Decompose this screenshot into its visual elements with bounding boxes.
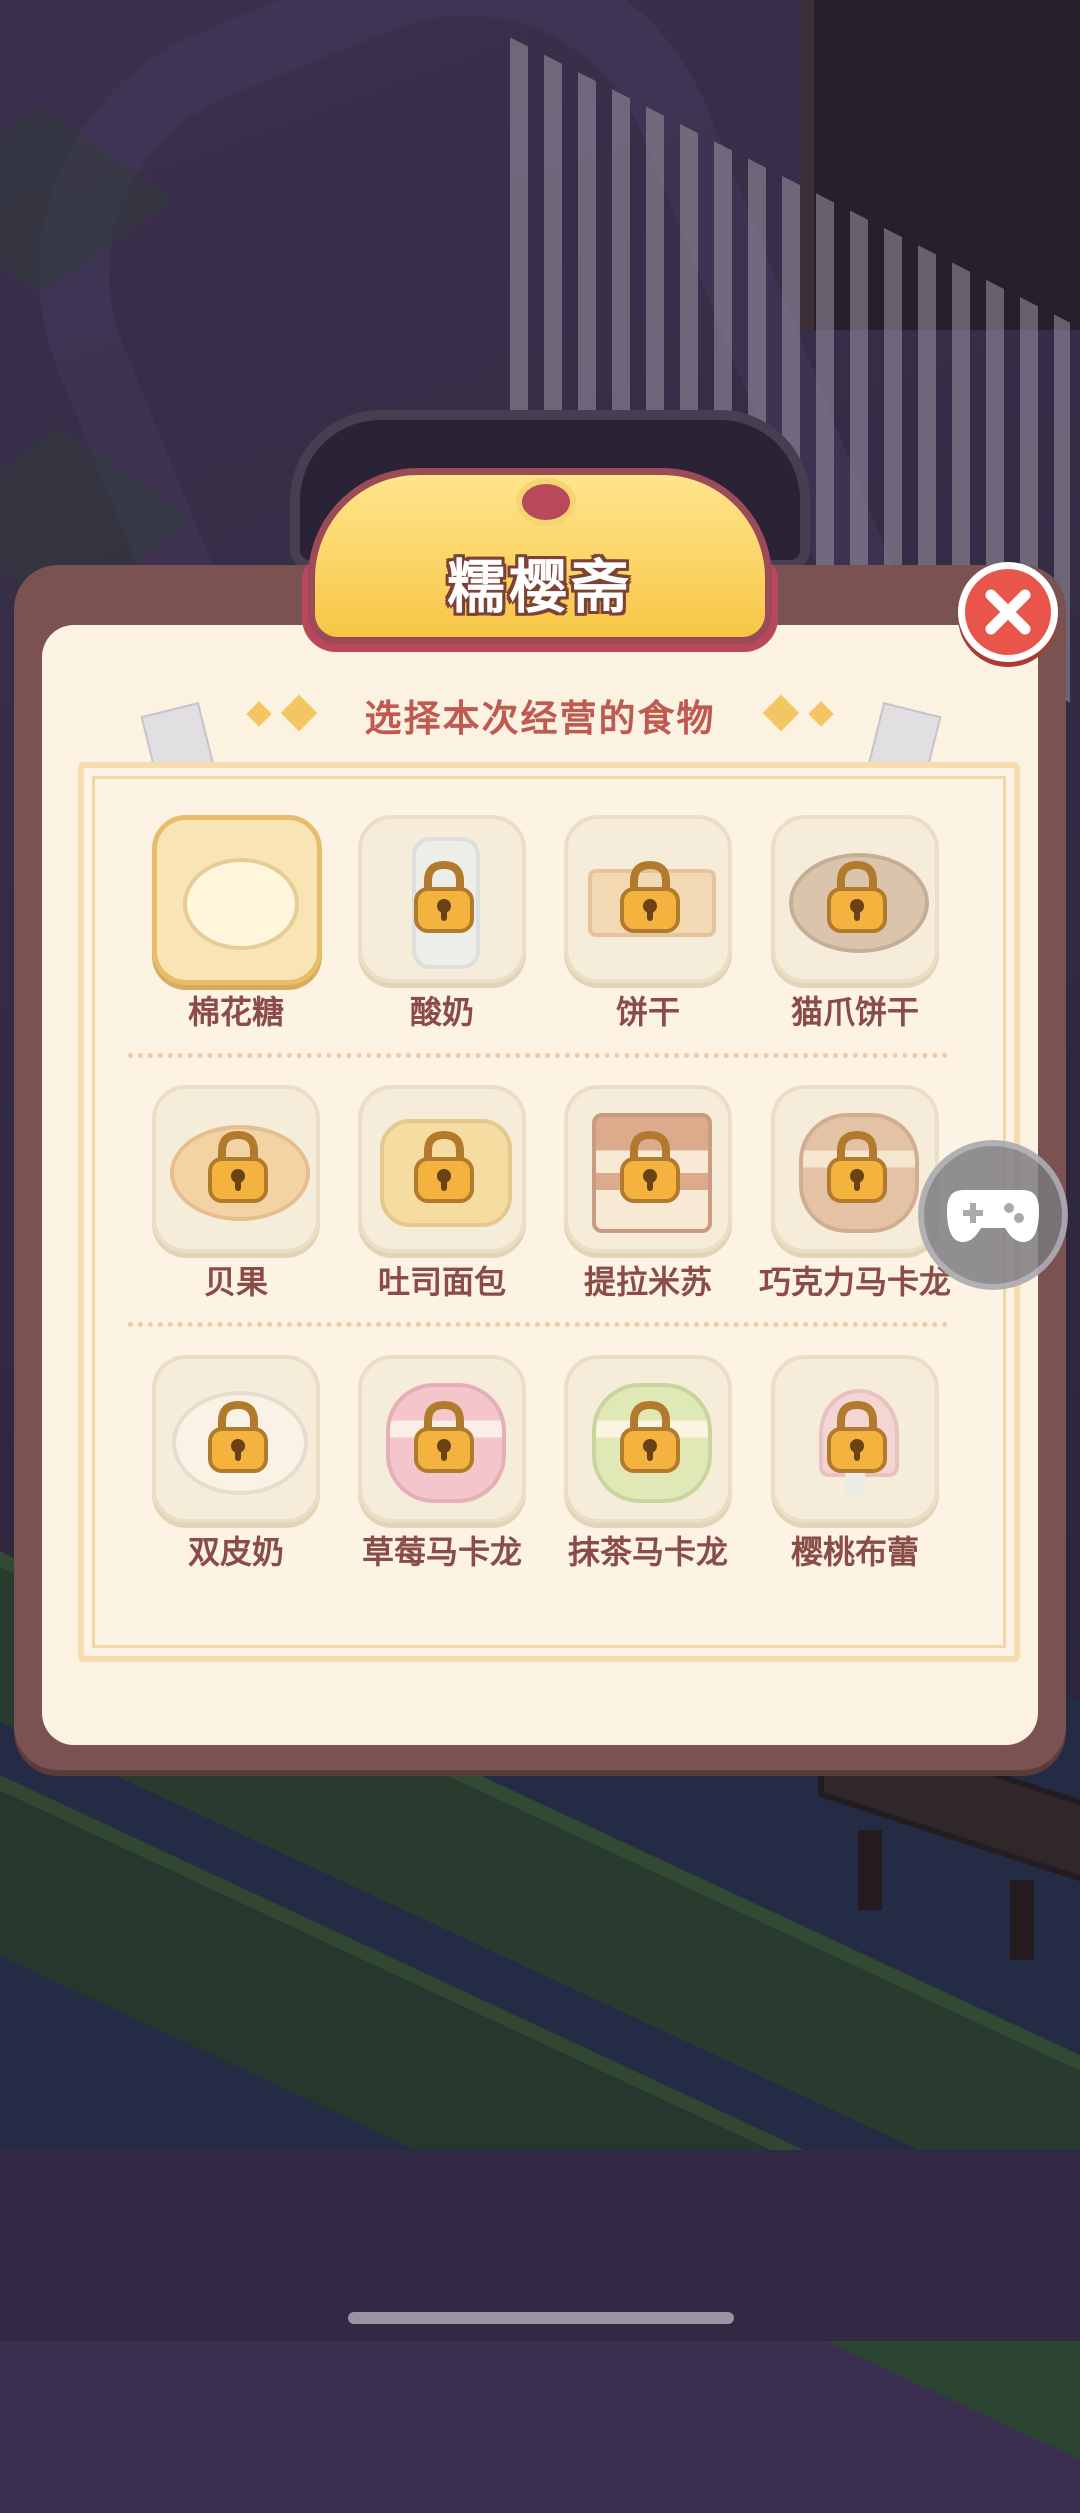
- food-tile[interactable]: [358, 1355, 526, 1523]
- lock-icon: [208, 1131, 268, 1203]
- marshmallow-icon: [157, 820, 317, 980]
- food-label: 提拉米苏: [583, 1263, 712, 1301]
- lock-icon: [827, 1131, 887, 1203]
- lock-icon: [620, 861, 680, 933]
- plate-hole: [516, 478, 576, 526]
- lock-icon: [620, 1401, 680, 1473]
- gamepad-icon: [947, 1190, 1039, 1242]
- food-tile[interactable]: [152, 1085, 320, 1253]
- lock-icon: [414, 861, 474, 933]
- lock-icon: [827, 1401, 887, 1473]
- close-icon: [985, 589, 1031, 635]
- food-label: 双皮奶: [187, 1533, 284, 1571]
- lock-icon: [414, 1131, 474, 1203]
- food-tile[interactable]: [564, 1085, 732, 1253]
- dialog-title: 糯樱斋: [446, 553, 633, 621]
- food-label: 巧克力马卡龙: [758, 1263, 951, 1301]
- food-tile[interactable]: [771, 1355, 939, 1523]
- food-tile[interactable]: [564, 815, 732, 983]
- food-label: 抹茶马卡龙: [567, 1533, 728, 1571]
- food-label: 贝果: [203, 1263, 268, 1301]
- food-label: 樱桃布蕾: [790, 1533, 919, 1571]
- food-tile[interactable]: [358, 815, 526, 983]
- food-tile[interactable]: [564, 1355, 732, 1523]
- food-tile[interactable]: [771, 1085, 939, 1253]
- food-tile[interactable]: [358, 1085, 526, 1253]
- lock-icon: [414, 1401, 474, 1473]
- food-label: 饼干: [615, 993, 680, 1031]
- close-button[interactable]: [958, 562, 1058, 662]
- lock-icon: [827, 861, 887, 933]
- home-indicator[interactable]: [348, 2312, 734, 2324]
- food-label: 猫爪饼干: [790, 993, 919, 1031]
- food-tile[interactable]: [152, 815, 322, 985]
- gamepad-button[interactable]: [918, 1140, 1068, 1290]
- food-label: 吐司面包: [377, 1263, 506, 1301]
- food-label: 草莓马卡龙: [361, 1533, 522, 1571]
- lock-icon: [620, 1131, 680, 1203]
- row-divider: [128, 1322, 948, 1327]
- lock-icon: [208, 1401, 268, 1473]
- row-divider: [128, 1053, 948, 1058]
- food-tile[interactable]: [152, 1355, 320, 1523]
- food-label: 棉花糖: [187, 993, 284, 1031]
- food-tile[interactable]: [771, 815, 939, 983]
- food-label: 酸奶: [409, 993, 474, 1031]
